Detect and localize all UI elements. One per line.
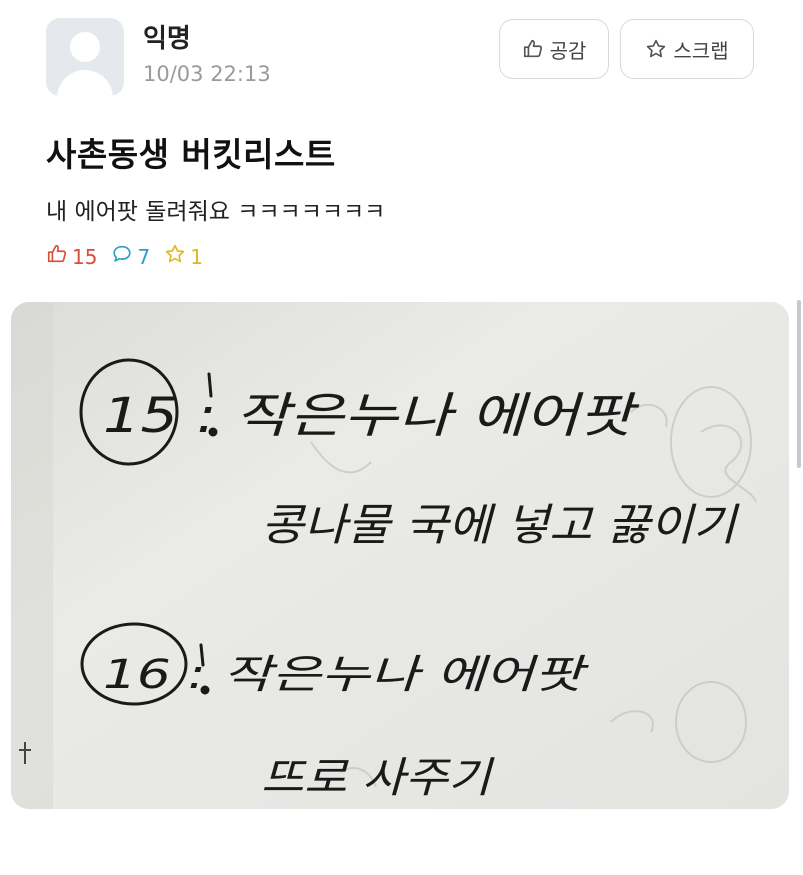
like-button-label: 공감 — [549, 38, 587, 63]
post-title: 사촌동생 버킷리스트 — [46, 135, 336, 174]
post-body: 내 에어팟 돌려줘요 ㅋㅋㅋㅋㅋㅋㅋ — [46, 199, 386, 225]
post-photo[interactable]: 15 : 작은누나 에어팟 콩나물 국에 넣고 끓이기 16 : 작은누나 에어… — [11, 302, 789, 809]
scrollbar[interactable] — [797, 300, 801, 468]
thumbs-up-icon — [46, 243, 68, 270]
photo-line-3: 16 : 작은누나 에어팟 — [103, 652, 590, 698]
star-icon — [164, 243, 186, 270]
comment-count-value: 7 — [137, 244, 151, 269]
avatar — [46, 18, 124, 96]
scrap-button-label: 스크랩 — [673, 38, 729, 63]
like-count-value: 15 — [72, 244, 98, 269]
scrap-count: 1 — [164, 243, 203, 270]
comment-count: 7 — [111, 243, 150, 270]
star-icon — [645, 38, 667, 60]
scrap-button[interactable]: 스크랩 — [620, 19, 754, 79]
post-time: 10/03 22:13 — [143, 62, 271, 86]
post-stats: 15 7 1 — [46, 243, 217, 270]
comment-bubble-icon — [111, 243, 133, 270]
scrap-count-value: 1 — [190, 244, 203, 269]
author-name: 익명 — [143, 24, 191, 54]
like-button[interactable]: 공감 — [499, 19, 609, 79]
photo-line-1: 15 : 작은누나 에어팟 — [103, 388, 640, 444]
avatar-body — [57, 70, 113, 96]
thumbs-up-icon — [522, 38, 544, 60]
photo-line-2: 콩나물 국에 넣고 끓이기 — [261, 500, 740, 551]
photo-line-4: 뜨로 사주기 — [261, 753, 495, 802]
avatar-head — [70, 32, 100, 62]
like-count: 15 — [46, 243, 97, 270]
